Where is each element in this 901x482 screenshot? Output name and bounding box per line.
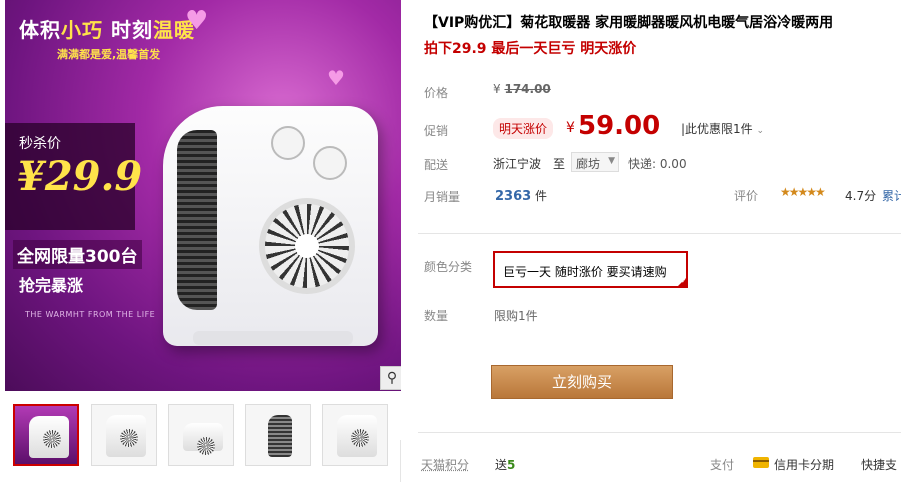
promo-title-part: 时刻 bbox=[103, 18, 153, 42]
price-label: 价格 bbox=[424, 86, 449, 100]
thumbnail-4[interactable] bbox=[245, 404, 311, 466]
thumbnail-3[interactable] bbox=[168, 404, 234, 466]
promo-subline: 满满都是爱,温馨首发 bbox=[57, 48, 161, 61]
destination-select[interactable]: 廊坊 ▼ bbox=[571, 152, 619, 172]
destination-value: 廊坊 bbox=[576, 157, 601, 171]
rating-value: 4.7分 bbox=[845, 189, 877, 203]
product-subtitle: 拍下29.9 最后一天巨亏 明天涨价 bbox=[424, 41, 637, 57]
limit-text: 全网限量300台 bbox=[13, 240, 142, 269]
sales-count: 2363 bbox=[495, 189, 532, 204]
promo-label: 促销 bbox=[424, 124, 449, 138]
flash-label: 秒杀价 bbox=[19, 136, 61, 152]
promo-title-part: 小巧 bbox=[61, 18, 103, 42]
checkmark-icon bbox=[676, 276, 688, 288]
quantity-limit: 限购1件 bbox=[494, 309, 538, 323]
divider bbox=[418, 432, 901, 433]
promo-limit-dropdown[interactable]: |此优惠限1件 ⌄ bbox=[681, 120, 764, 137]
promo-limit-text: |此优惠限1件 bbox=[681, 122, 753, 136]
heater-knob bbox=[271, 126, 305, 160]
currency-symbol: ¥ bbox=[566, 120, 575, 136]
heart-icon: ♥ bbox=[185, 6, 209, 36]
tmall-points-label[interactable]: 天猫积分 bbox=[421, 456, 469, 473]
ship-from: 浙江宁波 bbox=[493, 157, 542, 171]
heater-fan bbox=[259, 198, 355, 294]
heart-icon: ♥ bbox=[327, 66, 345, 90]
divider bbox=[418, 233, 901, 234]
main-product-image[interactable]: 体积小巧 时刻温暖 满满都是爱,温馨首发 ♥ ♥ ♥ 秒杀价 ¥29.9 全网限… bbox=[5, 0, 401, 391]
thumbnail-1[interactable] bbox=[13, 404, 79, 466]
heater-knob bbox=[313, 146, 347, 180]
flash-price-box: 秒杀价 ¥29.9 bbox=[5, 123, 142, 230]
sales-label: 月销量 bbox=[424, 190, 461, 204]
original-price: ¥ 174.00 bbox=[493, 82, 551, 96]
ship-to-word: 至 bbox=[553, 157, 566, 171]
promo-headline: 体积小巧 时刻温暖 bbox=[19, 14, 195, 43]
express-fee: 快递: 0.00 bbox=[628, 157, 687, 171]
color-option-text: 巨亏一天 随时涨价 要买请速购 bbox=[503, 265, 667, 279]
points-prefix: 送 bbox=[495, 458, 508, 472]
flash-price: ¥29.9 bbox=[17, 153, 143, 200]
quantity-label: 数量 bbox=[424, 309, 449, 323]
currency-symbol: ¥ bbox=[493, 82, 501, 96]
heater-grille bbox=[177, 130, 217, 310]
points-value: 送5 bbox=[495, 456, 515, 473]
product-title: 【VIP购优汇】菊花取暖器 家用暖脚器暖风机电暖气居浴冷暖两用 bbox=[424, 15, 834, 31]
heater-illustration bbox=[163, 106, 378, 346]
heater-stand bbox=[193, 331, 353, 345]
ship-label: 配送 bbox=[424, 158, 449, 172]
thumbnail-5[interactable] bbox=[322, 404, 388, 466]
divider bbox=[400, 440, 401, 482]
magnifier-icon[interactable]: ⚲ bbox=[380, 366, 401, 390]
original-price-value: 174.00 bbox=[504, 82, 551, 96]
warm-tagline: THE WARMHT FROM THE LIFE bbox=[25, 310, 156, 319]
color-option-selected[interactable]: 巨亏一天 随时涨价 要买请速购 bbox=[493, 251, 688, 288]
points-number: 5 bbox=[507, 458, 516, 472]
chevron-down-icon: ▼ bbox=[608, 156, 615, 166]
sales-unit: 件 bbox=[535, 189, 548, 203]
rating-label: 评价 bbox=[734, 189, 759, 203]
cumulative-reviews-link[interactable]: 累计 bbox=[882, 187, 901, 204]
promo-title-part: 体积 bbox=[19, 18, 61, 42]
star-rating-icon: ★★★★★ bbox=[780, 185, 826, 199]
thumbnail-2[interactable] bbox=[91, 404, 157, 466]
quick-pay[interactable]: 快捷支 bbox=[861, 456, 897, 473]
color-label: 颜色分类 bbox=[424, 260, 473, 274]
rush-text: 抢完暴涨 bbox=[19, 276, 84, 295]
monthly-sales: 2363 件 bbox=[495, 187, 547, 204]
current-price: 59.00 bbox=[578, 111, 661, 141]
card-installment[interactable]: 信用卡分期 bbox=[774, 456, 834, 473]
credit-card-icon bbox=[753, 457, 769, 468]
pay-label: 支付 bbox=[710, 458, 735, 472]
chevron-down-icon: ⌄ bbox=[756, 126, 765, 136]
promo-badge: 明天涨价 bbox=[493, 118, 554, 139]
buy-now-button[interactable]: 立刻购买 bbox=[491, 365, 673, 399]
